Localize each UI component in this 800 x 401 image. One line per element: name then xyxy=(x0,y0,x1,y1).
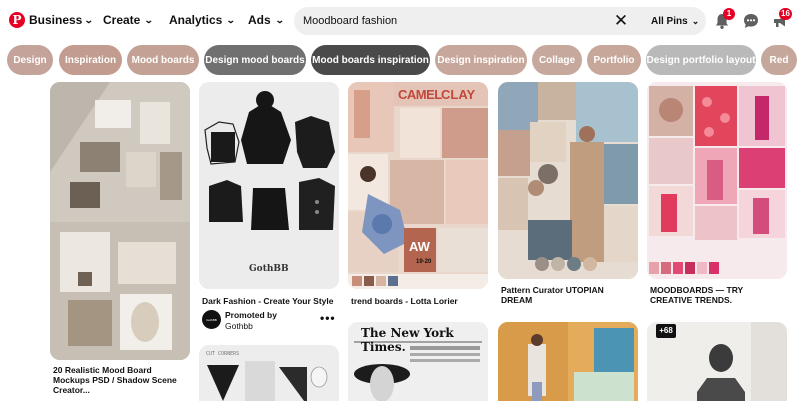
pin-image xyxy=(199,82,339,289)
chip-design-portfolio-layout[interactable]: Design portfolio layout xyxy=(646,45,756,75)
pin-image xyxy=(50,82,190,360)
chat-bubble-icon xyxy=(744,14,758,28)
pin-image xyxy=(498,82,638,279)
chevron-down-icon: ⌄ xyxy=(274,14,285,25)
chevron-down-icon: ⌄ xyxy=(691,15,700,26)
pin-dark-fashion[interactable]: GothBB xyxy=(199,82,339,289)
chip-mood-boards[interactable]: Mood boards xyxy=(127,45,199,75)
promoted-by: GothBB Promoted by Gothbb ••• xyxy=(202,308,342,331)
business-menu[interactable]: Business ⌄ xyxy=(29,13,95,27)
pin-image-text: AW xyxy=(409,239,430,254)
pin-new-york-times[interactable]: The New York Times. xyxy=(348,322,488,401)
pin-title[interactable]: Dark Fashion - Create Your Style xyxy=(202,296,342,306)
chip-label: Design mood boards xyxy=(205,54,305,66)
pin-pattern-curator[interactable] xyxy=(498,82,638,279)
pin-image xyxy=(348,82,488,289)
close-icon[interactable]: ✕ xyxy=(612,12,630,30)
updates-badge: 16 xyxy=(779,8,792,20)
promoted-label: Promoted by xyxy=(225,310,277,320)
more-options-icon[interactable]: ••• xyxy=(320,311,336,325)
chip-label: Design xyxy=(13,54,47,66)
top-bar: P Business ⌄ Create ⌄ Analytics ⌄ Ads ⌄ … xyxy=(0,0,800,42)
chip-collage[interactable]: Collage xyxy=(532,45,582,75)
chip-design[interactable]: Design xyxy=(7,45,53,75)
chip-mood-boards-inspiration[interactable]: Mood boards inspiration xyxy=(311,45,430,75)
chip-label: Mood boards inspiration xyxy=(312,54,429,66)
chip-label: Mood boards xyxy=(131,54,195,66)
related-search-chips: Design Inspiration Mood boards Design mo… xyxy=(0,45,800,75)
messages-button[interactable] xyxy=(742,12,760,30)
nav-create-label: Create xyxy=(103,13,141,27)
nav-create[interactable]: Create ⌄ xyxy=(103,13,155,27)
notifications-button[interactable]: 1 xyxy=(713,8,735,30)
search-bar: ✕ All Pins ⌄ xyxy=(294,7,706,35)
pin-image-text: GothBB xyxy=(249,264,289,274)
chevron-down-icon: ⌄ xyxy=(84,14,95,25)
pinterest-logo-icon[interactable]: P xyxy=(9,12,25,28)
pin-image-text: 19·20 xyxy=(416,259,432,265)
chip-design-mood-boards[interactable]: Design mood boards xyxy=(204,45,306,75)
pin-mood-board-mockups[interactable] xyxy=(50,82,190,360)
pin-trend-boards[interactable]: CAMEL CLAY AW 19·20 xyxy=(348,82,488,289)
pin-image-text: CAMEL xyxy=(398,87,442,102)
pin-title[interactable]: 20 Realistic Mood Board Mockups PSD / Sh… xyxy=(53,365,188,395)
chip-label: Design portfolio layout xyxy=(646,54,756,66)
nav-ads[interactable]: Ads ⌄ xyxy=(248,13,285,27)
pin-cut-corners[interactable]: CUT CORNERS xyxy=(199,345,339,401)
chip-label: Design inspiration xyxy=(437,54,525,66)
chip-label: Inspiration xyxy=(64,54,117,66)
chip-inspiration[interactable]: Inspiration xyxy=(59,45,122,75)
business-label: Business xyxy=(29,13,83,27)
pin-title[interactable]: MOODBOARDS — TRY CREATIVE TRENDS. xyxy=(650,285,785,305)
nav-analytics[interactable]: Analytics ⌄ xyxy=(169,13,237,27)
pin-title[interactable]: Pattern Curator UTOPIAN DREAM xyxy=(501,285,637,305)
chip-label: Collage xyxy=(538,54,576,66)
pin-image xyxy=(647,82,787,279)
more-images-badge: +68 xyxy=(656,324,676,338)
chevron-down-icon: ⌄ xyxy=(226,14,237,25)
search-scope-label: All Pins xyxy=(651,15,688,27)
updates-button[interactable]: 16 xyxy=(771,8,792,30)
pin-title[interactable]: trend boards - Lotta Lorier xyxy=(351,296,491,306)
chip-label: Portfolio xyxy=(593,54,635,66)
search-input[interactable] xyxy=(303,7,603,35)
pin-knitwear[interactable]: +68 xyxy=(647,322,787,401)
chip-design-inspiration[interactable]: Design inspiration xyxy=(435,45,527,75)
pin-image-text: CUT CORNERS xyxy=(206,351,240,357)
pin-image-text: The New York Times. xyxy=(361,326,454,354)
chip-portfolio[interactable]: Portfolio xyxy=(587,45,641,75)
nav-analytics-label: Analytics xyxy=(169,13,223,27)
pin-street-style[interactable] xyxy=(498,322,638,401)
pin-moodboards-creative-trends[interactable] xyxy=(647,82,787,279)
pin-image xyxy=(498,322,638,401)
pin-image-text: CLAY xyxy=(441,87,476,102)
chevron-down-icon: ⌄ xyxy=(144,14,155,25)
chip-red[interactable]: Red xyxy=(761,45,797,75)
nav-ads-label: Ads xyxy=(248,13,271,27)
chip-label: Red xyxy=(769,54,789,66)
promoter-name[interactable]: Gothbb xyxy=(225,321,253,331)
avatar[interactable]: GothBB xyxy=(202,310,221,329)
notifications-badge: 1 xyxy=(723,8,735,20)
search-scope-dropdown[interactable]: All Pins ⌄ xyxy=(651,7,699,35)
